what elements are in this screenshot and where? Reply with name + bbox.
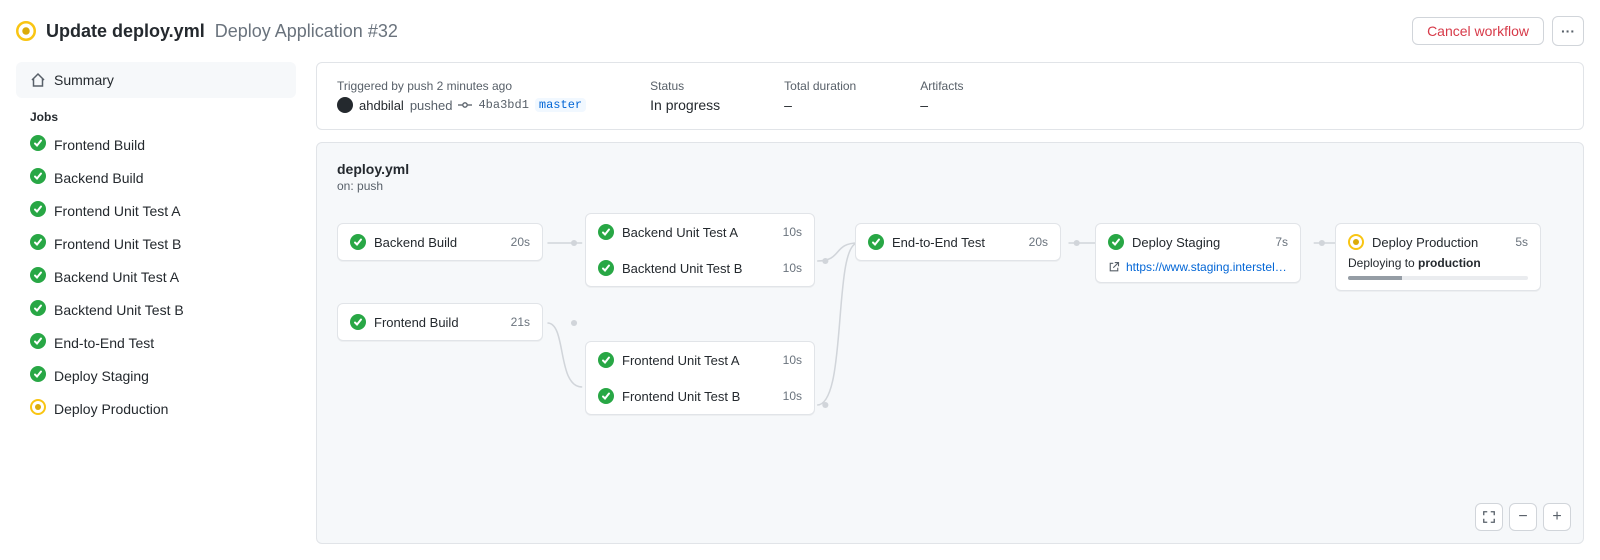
job-item-label: Backtend Unit Test B: [54, 302, 184, 318]
success-icon: [598, 260, 614, 276]
artifacts-value: –: [920, 97, 963, 113]
success-icon: [30, 234, 46, 253]
job-item[interactable]: Backend Build: [16, 161, 296, 194]
workflow-name: Deploy Application: [215, 21, 363, 41]
job-item[interactable]: Deploy Staging: [16, 359, 296, 392]
success-icon: [350, 314, 366, 330]
branch-pill[interactable]: master: [535, 98, 586, 112]
success-icon: [30, 135, 46, 154]
sidebar-summary-label: Summary: [54, 72, 114, 88]
job-item-label: Frontend Unit Test B: [54, 236, 181, 252]
workflow-trigger: on: push: [337, 179, 1563, 193]
avatar: [337, 97, 353, 113]
success-icon: [350, 234, 366, 250]
job-item[interactable]: Frontend Unit Test A: [16, 194, 296, 227]
success-icon: [30, 267, 46, 286]
jobs-section-label: Jobs: [16, 98, 296, 128]
sidebar-summary[interactable]: Summary: [16, 62, 296, 98]
success-icon: [30, 333, 46, 352]
cancel-workflow-button[interactable]: Cancel workflow: [1412, 17, 1544, 45]
job-item[interactable]: Deploy Production: [16, 392, 296, 425]
success-icon: [30, 201, 46, 220]
success-icon: [598, 388, 614, 404]
job-item-label: Deploy Staging: [54, 368, 149, 384]
node-backend-tests[interactable]: Backend Unit Test A 10s Backtend Unit Te…: [585, 213, 815, 287]
running-icon: [1348, 234, 1364, 250]
run-summary-card: Triggered by push 2 minutes ago ahdbilal…: [316, 62, 1584, 130]
success-icon: [30, 300, 46, 319]
node-frontend-build[interactable]: Frontend Build 21s: [337, 303, 543, 341]
job-item[interactable]: Backtend Unit Test B: [16, 293, 296, 326]
success-icon: [30, 168, 46, 187]
duration-label: Total duration: [784, 79, 856, 93]
job-item-label: Frontend Build: [54, 137, 145, 153]
external-link-icon: [1108, 261, 1120, 273]
node-e2e[interactable]: End-to-End Test 20s: [855, 223, 1061, 261]
status-value: In progress: [650, 97, 720, 113]
job-item-label: Frontend Unit Test A: [54, 203, 181, 219]
job-item[interactable]: Frontend Unit Test B: [16, 227, 296, 260]
job-item-label: End-to-End Test: [54, 335, 154, 351]
success-icon: [1108, 234, 1124, 250]
home-icon: [30, 72, 46, 88]
actor-name[interactable]: ahdbilal: [359, 98, 404, 113]
deploy-status-text: Deploying to production: [1348, 256, 1528, 270]
sidebar: Summary Jobs Frontend Build Backend Build…: [16, 62, 296, 425]
status-label: Status: [650, 79, 720, 93]
workflow-file: deploy.yml: [337, 161, 1563, 177]
success-icon: [868, 234, 884, 250]
job-item[interactable]: Frontend Build: [16, 128, 296, 161]
page-header: Update deploy.yml Deploy Application #32…: [16, 16, 1584, 46]
node-production[interactable]: Deploy Production 5s Deploying to produc…: [1335, 223, 1541, 291]
success-icon: [598, 352, 614, 368]
deploy-progress: [1348, 276, 1528, 280]
job-item-label: Backend Unit Test A: [54, 269, 179, 285]
node-staging[interactable]: Deploy Staging 7s https://www.staging.in…: [1095, 223, 1301, 283]
commit-sha[interactable]: 4ba3bd1: [478, 98, 528, 112]
job-item[interactable]: Backend Unit Test A: [16, 260, 296, 293]
node-backend-build[interactable]: Backend Build 20s: [337, 223, 543, 261]
zoom-out-button[interactable]: −: [1509, 503, 1537, 531]
fullscreen-button[interactable]: [1475, 503, 1503, 531]
node-frontend-tests[interactable]: Frontend Unit Test A 10s Frontend Unit T…: [585, 341, 815, 415]
page-title: Update deploy.yml: [46, 21, 205, 42]
actor-action: pushed: [410, 98, 453, 113]
staging-url-link[interactable]: https://www.staging.interstellar.dev: [1108, 254, 1288, 282]
run-number: #32: [368, 21, 398, 41]
more-menu-button[interactable]: ···: [1552, 16, 1584, 46]
job-item-label: Deploy Production: [54, 401, 168, 417]
success-icon: [598, 224, 614, 240]
zoom-in-button[interactable]: +: [1543, 503, 1571, 531]
trigger-label: Triggered by push 2 minutes ago: [337, 79, 586, 93]
success-icon: [30, 366, 46, 385]
job-item-label: Backend Build: [54, 170, 144, 186]
commit-icon: [458, 98, 472, 112]
running-icon: [16, 21, 36, 41]
workflow-graph-card: deploy.yml on: push: [316, 142, 1584, 544]
running-icon: [30, 399, 46, 418]
job-item[interactable]: End-to-End Test: [16, 326, 296, 359]
artifacts-label: Artifacts: [920, 79, 963, 93]
duration-value: –: [784, 97, 856, 113]
